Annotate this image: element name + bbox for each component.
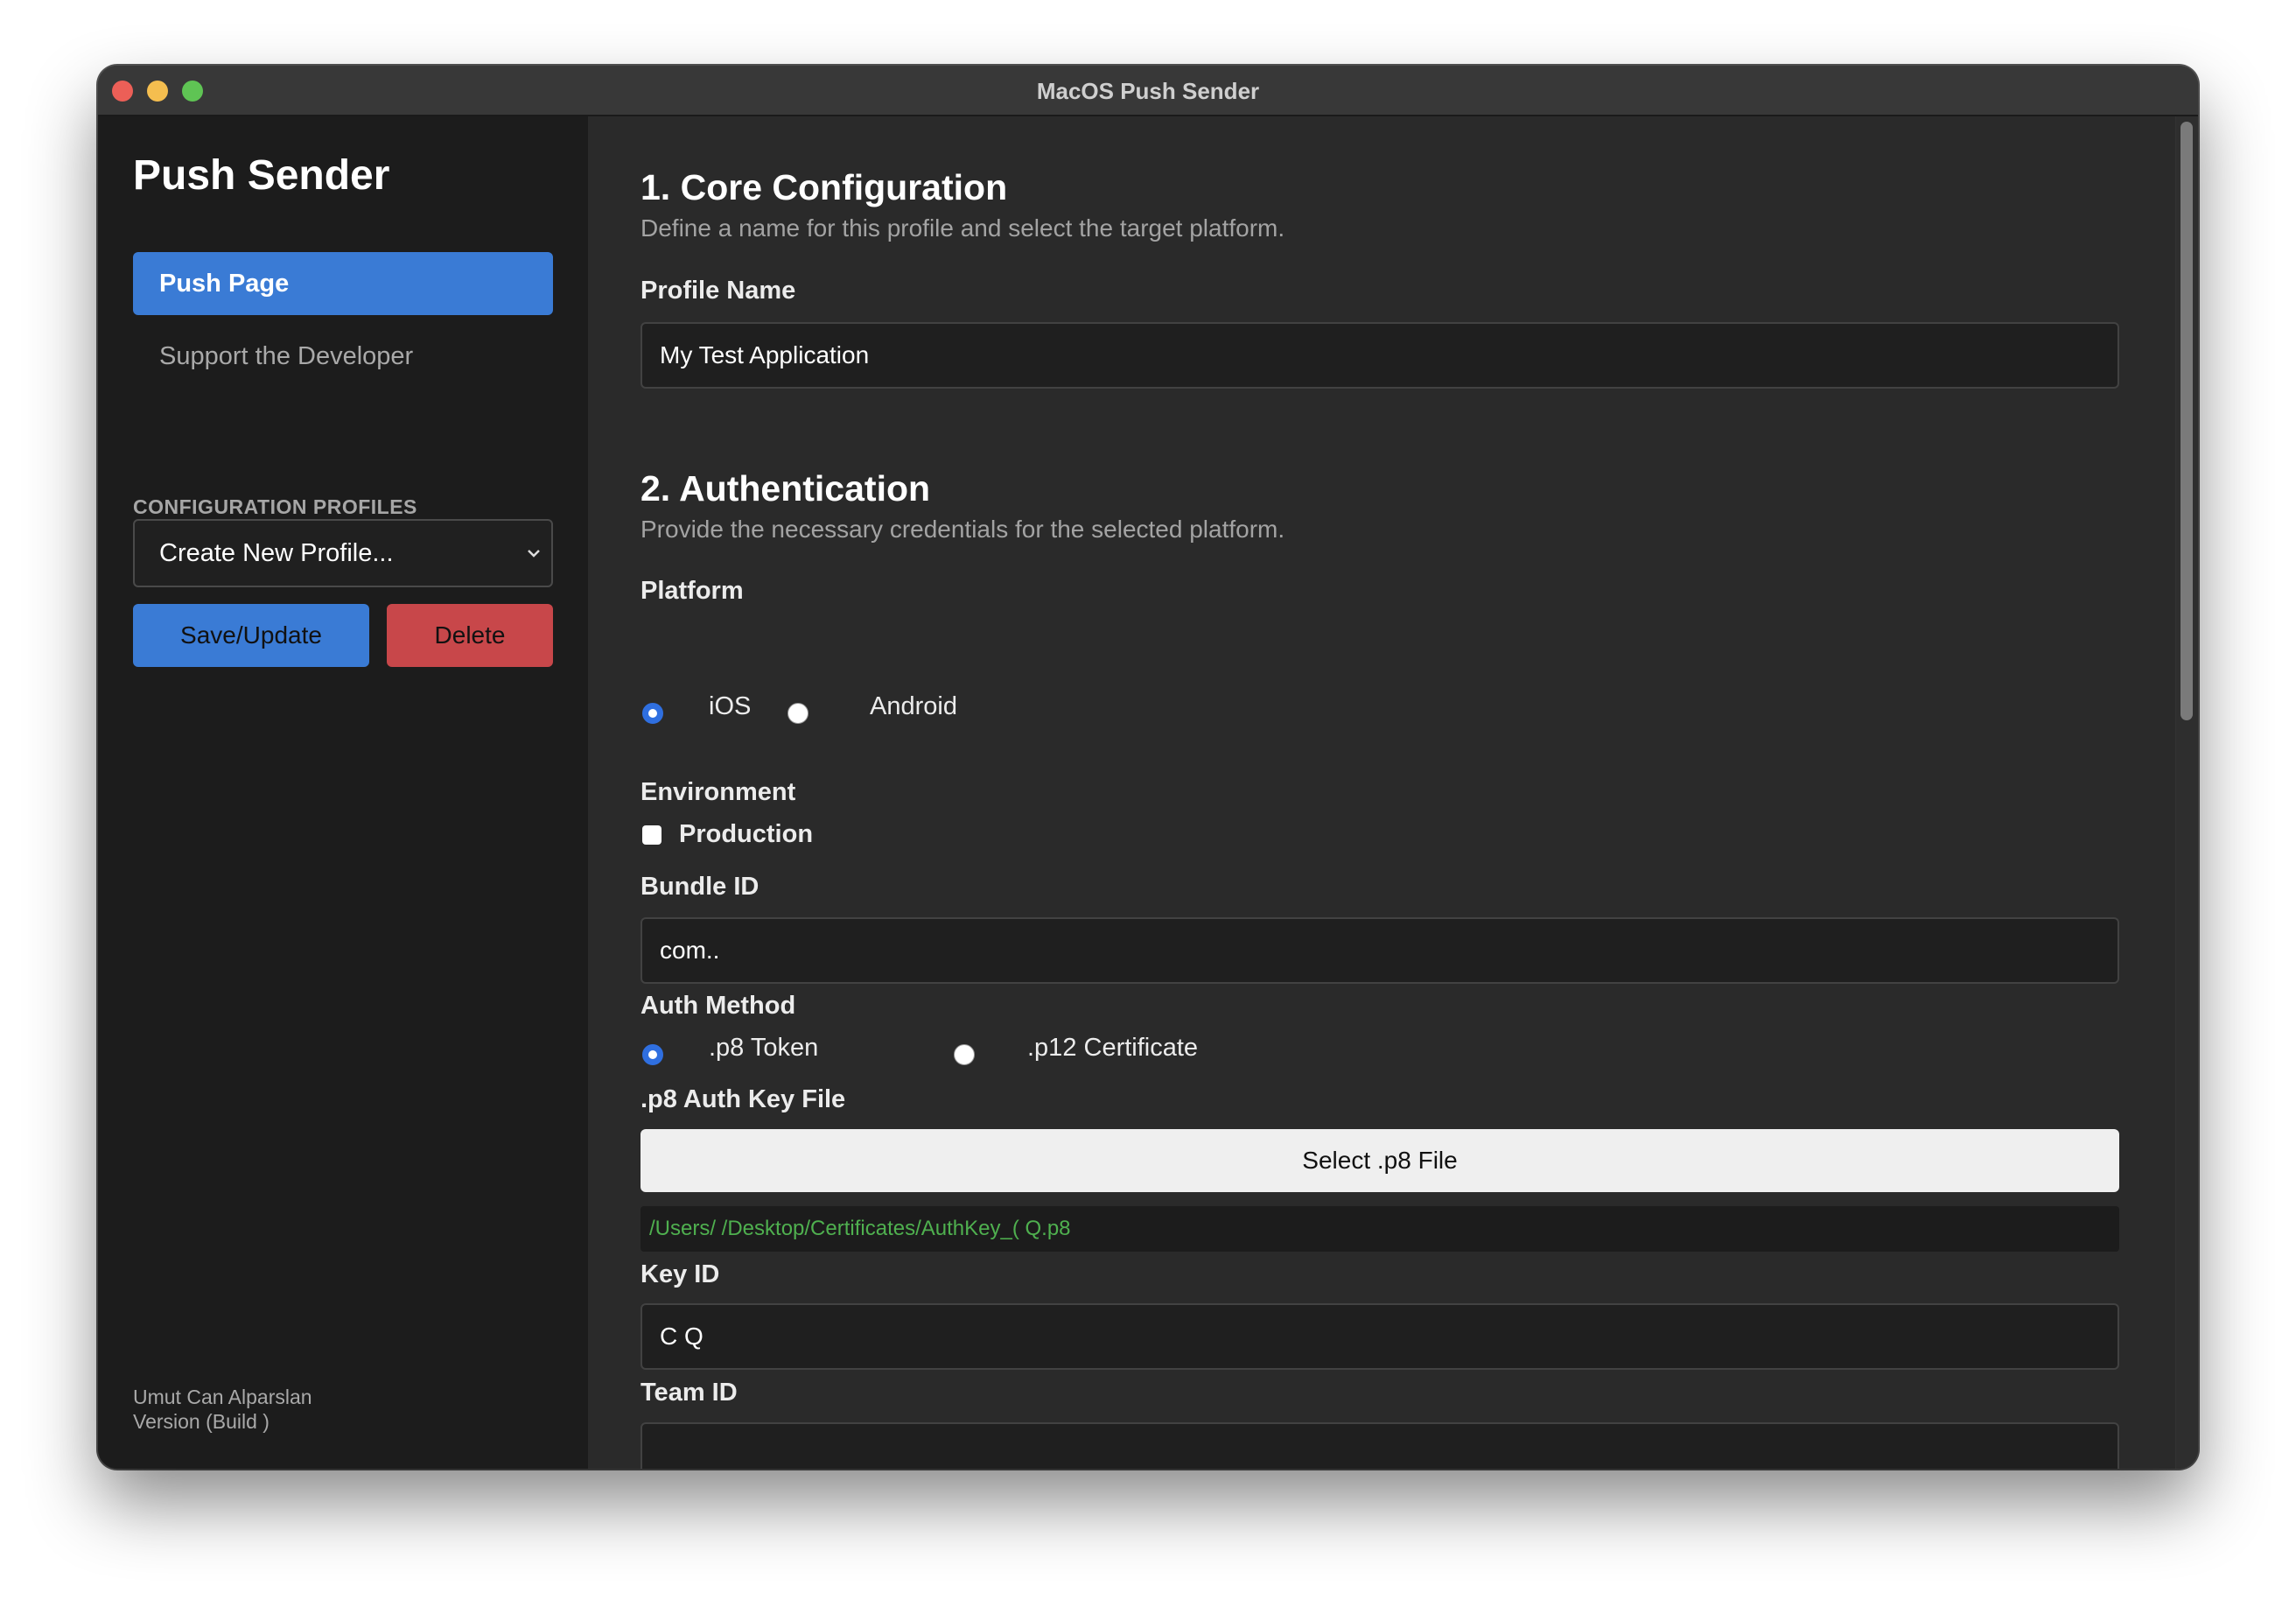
core-configuration-heading: 1. Core Configuration — [640, 167, 1008, 207]
authentication-heading: 2. Authentication — [640, 468, 931, 509]
footer-version: Version (Build ) — [133, 1410, 270, 1433]
platform-android-label: Android — [870, 692, 957, 720]
key-id-label: Key ID — [640, 1260, 720, 1288]
platform-ios-label: iOS — [709, 692, 752, 720]
p8-auth-key-file-label: .p8 Auth Key File — [640, 1085, 846, 1113]
nav-item-support-developer[interactable]: Support the Developer — [133, 325, 553, 388]
production-checkbox[interactable] — [642, 825, 662, 845]
key-id-input[interactable]: C Q — [640, 1303, 2119, 1370]
production-label: Production — [679, 820, 814, 848]
auth-method-p8-radio[interactable] — [642, 1044, 663, 1065]
scrollbar-track[interactable] — [2175, 116, 2198, 1469]
platform-android-radio[interactable] — [788, 703, 808, 724]
main-content: 1. Core Configuration Define a name for … — [588, 116, 2198, 1469]
platform-ios-radio[interactable] — [642, 703, 663, 724]
p8-file-path: /Users/ /Desktop/Certificates/AuthKey_( … — [640, 1206, 2119, 1252]
authentication-description: Provide the necessary credentials for th… — [640, 516, 1285, 543]
footer-author: Umut Can Alparslan — [133, 1386, 312, 1408]
delete-button[interactable]: Delete — [387, 604, 553, 667]
profile-select[interactable]: Create New Profile... — [133, 519, 553, 587]
profile-name-label: Profile Name — [640, 277, 796, 305]
auth-method-label: Auth Method — [640, 992, 796, 1020]
team-id-label: Team ID — [640, 1379, 738, 1407]
app-name: Push Sender — [133, 152, 390, 199]
nav-item-push-page[interactable]: Push Page — [133, 252, 553, 315]
auth-method-p12-radio[interactable] — [954, 1044, 975, 1065]
bundle-id-input[interactable]: com.. — [640, 917, 2119, 984]
profile-select-value: Create New Profile... — [159, 539, 394, 567]
core-configuration-description: Define a name for this profile and selec… — [640, 214, 1285, 242]
scrollbar-thumb[interactable] — [2180, 122, 2193, 720]
app-window: MacOS Push Sender Push Sender Push Page … — [98, 66, 2198, 1469]
sidebar: Push Sender Push Page Support the Develo… — [98, 116, 588, 1469]
save-update-button[interactable]: Save/Update — [133, 604, 369, 667]
bundle-id-label: Bundle ID — [640, 873, 760, 901]
auth-method-p8-label: .p8 Token — [709, 1034, 819, 1062]
platform-label: Platform — [640, 577, 744, 605]
team-id-input[interactable] — [640, 1422, 2119, 1469]
chevron-down-icon — [528, 550, 540, 558]
environment-label: Environment — [640, 778, 796, 806]
auth-method-p12-label: .p12 Certificate — [1027, 1034, 1199, 1062]
select-p8-file-button[interactable]: Select .p8 File — [640, 1129, 2119, 1192]
window-title: MacOS Push Sender — [1036, 78, 1260, 104]
title-bar: MacOS Push Sender — [98, 66, 2198, 116]
configuration-profiles-caption: CONFIGURATION PROFILES — [133, 495, 417, 518]
profile-name-input[interactable]: My Test Application — [640, 322, 2119, 389]
